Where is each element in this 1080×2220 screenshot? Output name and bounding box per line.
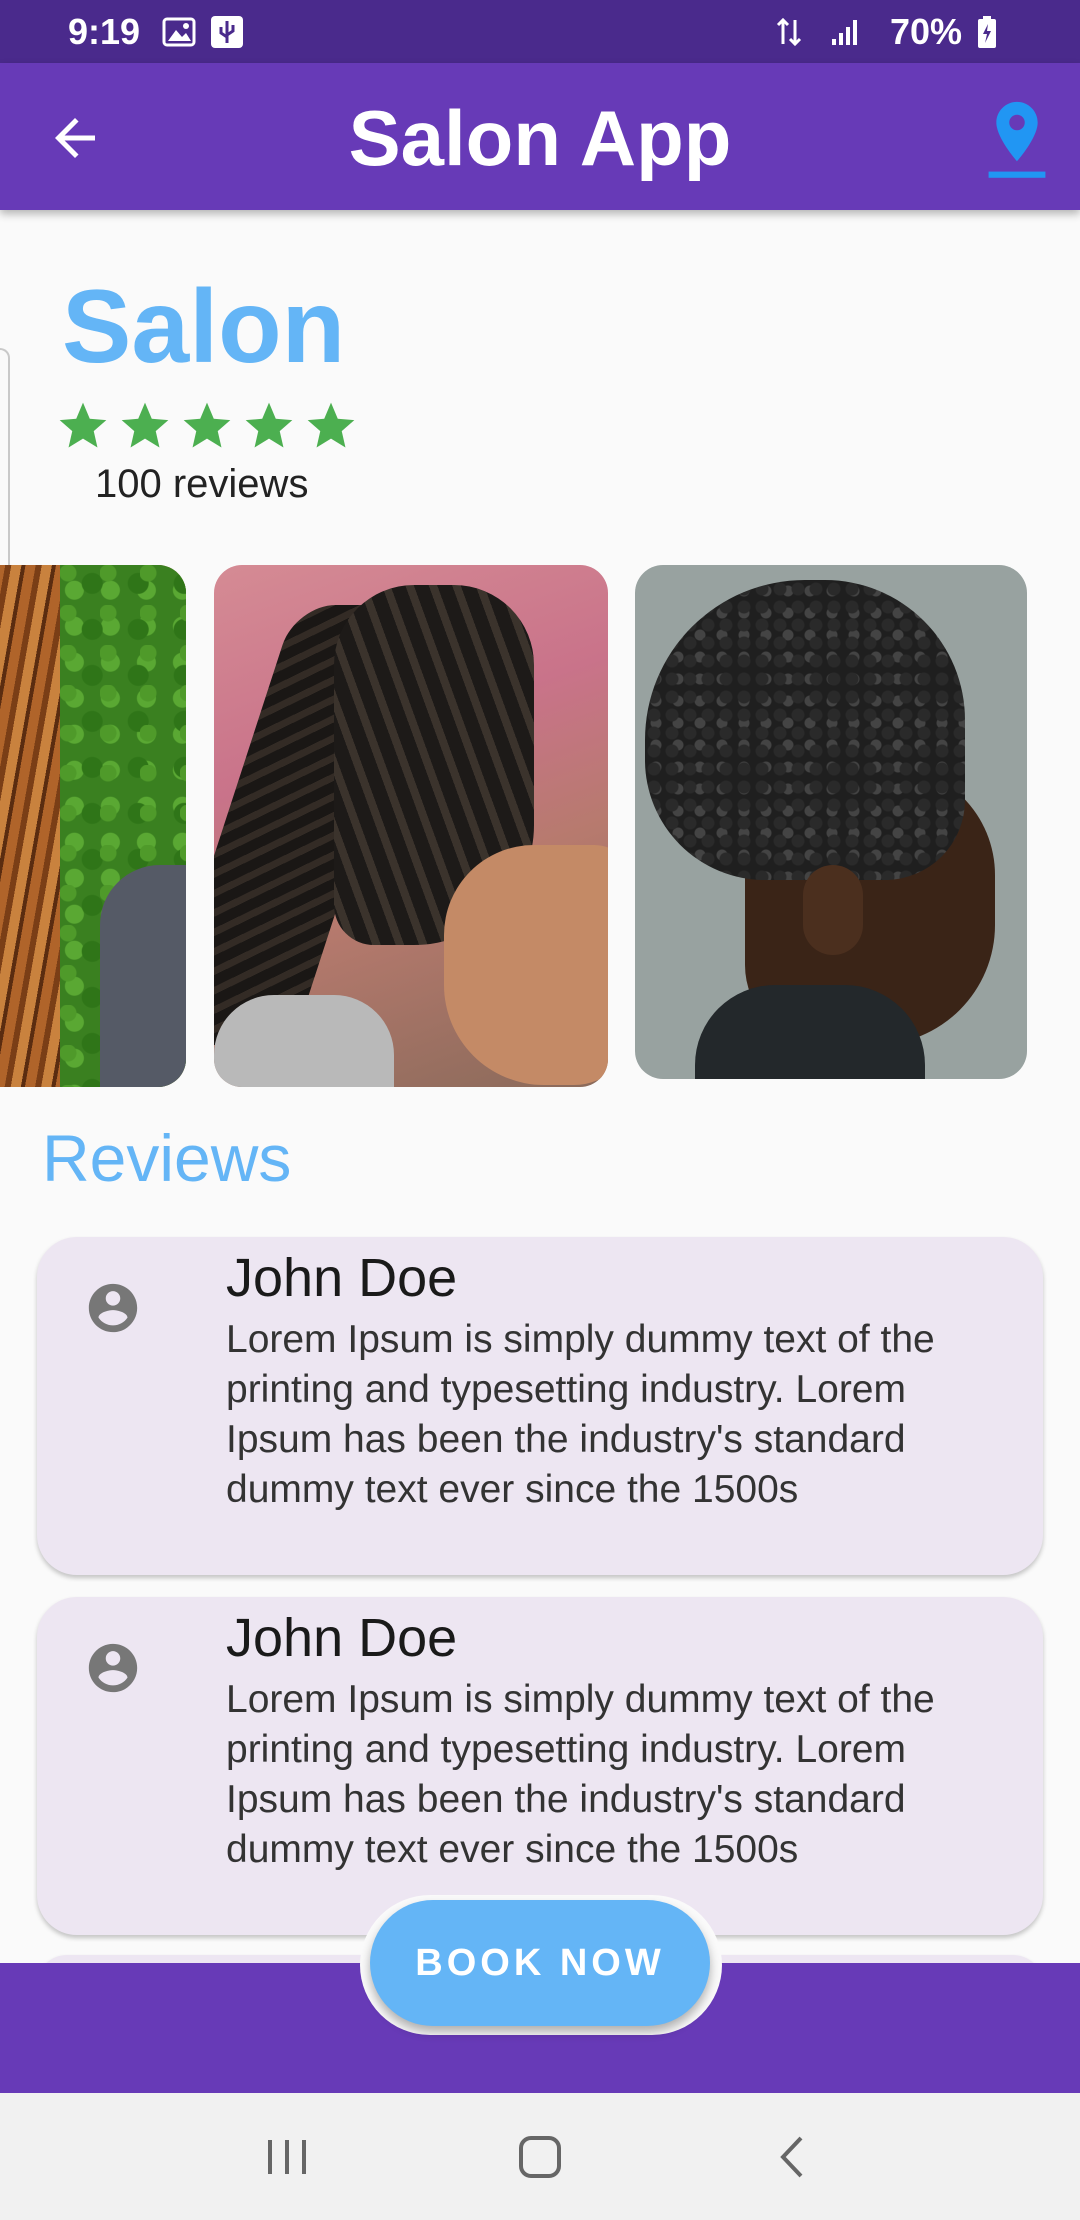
star-icon — [307, 402, 355, 448]
review-card[interactable]: John Doe Lorem Ipsum is simply dummy tex… — [37, 1597, 1043, 1935]
reviews-heading: Reviews — [42, 1121, 292, 1195]
review-text: Lorem Ipsum is simply dummy text of the … — [226, 1318, 935, 1511]
recent-apps-button[interactable] — [247, 2117, 327, 2197]
reviewer-name: John Doe — [226, 1608, 458, 1668]
star-icon — [59, 402, 107, 448]
reviews-count: 100 reviews — [95, 462, 309, 506]
location-pin-icon — [988, 101, 1046, 178]
app-bar: Salon App — [0, 63, 1080, 210]
rating-stars — [55, 398, 359, 454]
account-circle-icon — [88, 1283, 138, 1333]
image-icon — [162, 17, 196, 47]
book-now-button[interactable]: BOOK NOW — [370, 1900, 710, 2026]
status-time: 9:19 — [68, 10, 141, 52]
reviewer-name: John Doe — [226, 1248, 458, 1308]
status-bar: 9:19 70% — [0, 0, 1080, 63]
battery-percent: 70% — [889, 10, 962, 52]
battery-charging-icon — [976, 15, 998, 49]
recent-apps-icon — [267, 2139, 306, 2174]
data-transfer-icon — [776, 16, 802, 48]
star-icon — [183, 402, 231, 448]
salon-name: Salon — [62, 269, 346, 385]
star-icon — [245, 402, 293, 448]
system-nav-bar — [0, 2093, 1080, 2220]
curly-top-fade-photo[interactable] — [635, 565, 1027, 1079]
usb-icon — [210, 15, 244, 49]
signal-icon — [830, 17, 862, 47]
app-title: Salon App — [348, 94, 732, 182]
review-text: Lorem Ipsum is simply dummy text of the … — [226, 1678, 935, 1871]
account-circle-icon — [88, 1643, 138, 1693]
star-icon — [121, 402, 169, 448]
home-icon — [518, 2135, 561, 2178]
location-button[interactable] — [982, 93, 1052, 183]
box-braids-photo[interactable] — [0, 565, 186, 1087]
back-icon — [780, 2136, 803, 2177]
photo-gallery[interactable] — [0, 565, 1080, 1090]
nav-back-button[interactable] — [753, 2117, 833, 2197]
braided-ponytail-photo[interactable] — [214, 565, 608, 1087]
review-card[interactable]: John Doe Lorem Ipsum is simply dummy tex… — [37, 1237, 1043, 1575]
home-button[interactable] — [500, 2117, 580, 2197]
